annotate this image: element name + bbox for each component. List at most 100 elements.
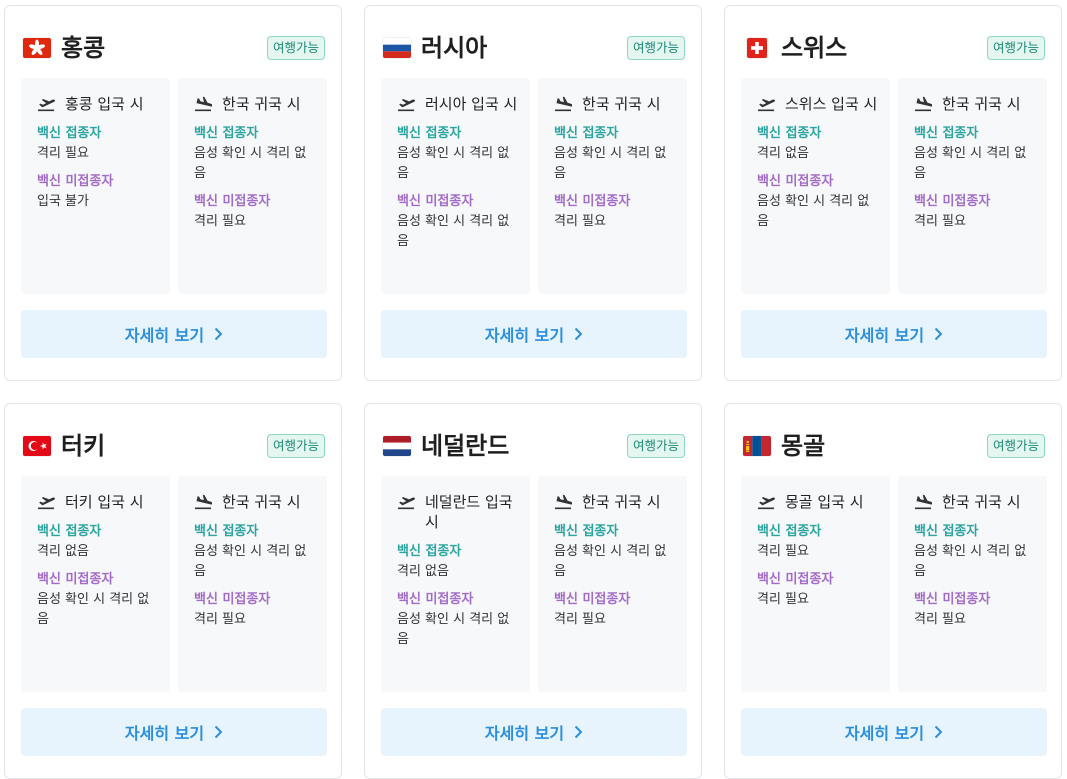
vaccinated-value: 음성 확인 시 격리 없음 xyxy=(194,544,307,579)
country-name: 네덜란드 xyxy=(421,432,510,460)
unvaccinated-value: 격리 필요 xyxy=(554,214,606,229)
entry-panel: 터키 입국 시 백신 접종자 격리 없음 백신 미접종자 음성 확인 시 격리 … xyxy=(21,476,170,692)
entry-title: 터키 입국 시 xyxy=(37,492,160,512)
unvaccinated-label: 백신 미접종자 xyxy=(757,572,834,587)
chevron-right-icon xyxy=(934,725,943,739)
unvaccinated-label: 백신 미접종자 xyxy=(37,572,114,587)
return-title: 한국 귀국 시 xyxy=(194,94,317,114)
travel-available-badge: 여행가능 xyxy=(626,36,685,60)
return-panel: 한국 귀국 시 백신 접종자 음성 확인 시 격리 없음 백신 미접종자 격리 … xyxy=(538,476,687,692)
vaccinated-label: 백신 접종자 xyxy=(37,524,102,539)
entry-panel: 네덜란드 입국 시 백신 접종자 격리 없음 백신 미접종자 음성 확인 시 격… xyxy=(381,476,530,692)
travel-available-badge: 여행가능 xyxy=(626,434,685,458)
return-panel: 한국 귀국 시 백신 접종자 음성 확인 시 격리 없음 백신 미접종자 격리 … xyxy=(538,78,687,294)
view-details-button[interactable]: 자세히 보기 xyxy=(21,708,327,756)
travel-available-badge: 여행가능 xyxy=(986,434,1045,458)
travel-available-badge: 여행가능 xyxy=(266,434,325,458)
card-header: 러시아 여행가능 xyxy=(381,32,685,64)
unvaccinated-label: 백신 미접종자 xyxy=(914,592,991,607)
russia-flag-icon xyxy=(383,38,411,58)
unvaccinated-value: 음성 확인 시 격리 없음 xyxy=(37,592,150,627)
unvaccinated-value: 격리 필요 xyxy=(914,612,966,627)
vaccinated-value: 음성 확인 시 격리 없음 xyxy=(554,544,667,579)
vaccinated-value: 격리 없음 xyxy=(757,146,809,161)
vaccinated-value: 격리 필요 xyxy=(37,146,89,161)
return-title: 한국 귀국 시 xyxy=(554,492,677,512)
return-panel: 한국 귀국 시 백신 접종자 음성 확인 시 격리 없음 백신 미접종자 격리 … xyxy=(898,78,1047,294)
unvaccinated-label: 백신 미접종자 xyxy=(194,194,271,209)
return-title: 한국 귀국 시 xyxy=(914,492,1037,512)
country-name: 터키 xyxy=(61,432,106,460)
unvaccinated-label: 백신 미접종자 xyxy=(554,592,631,607)
entry-title: 홍콩 입국 시 xyxy=(37,94,160,114)
unvaccinated-label: 백신 미접종자 xyxy=(914,194,991,209)
plane-departure-icon xyxy=(37,494,55,510)
unvaccinated-value: 격리 필요 xyxy=(914,214,966,229)
plane-arrival-icon xyxy=(194,494,212,510)
unvaccinated-label: 백신 미접종자 xyxy=(397,592,474,607)
unvaccinated-value: 격리 필요 xyxy=(554,612,606,627)
mongolia-flag-icon xyxy=(743,436,771,456)
entry-title: 러시아 입국 시 xyxy=(397,94,520,114)
vaccinated-value: 음성 확인 시 격리 없음 xyxy=(914,146,1027,181)
chevron-right-icon xyxy=(214,725,223,739)
chevron-right-icon xyxy=(934,327,943,341)
plane-arrival-icon xyxy=(914,494,932,510)
card-header: 몽골 여행가능 xyxy=(741,430,1045,462)
return-title: 한국 귀국 시 xyxy=(914,94,1037,114)
vaccinated-label: 백신 접종자 xyxy=(397,544,462,559)
vaccinated-label: 백신 접종자 xyxy=(194,126,259,141)
chevron-right-icon xyxy=(574,725,583,739)
unvaccinated-label: 백신 미접종자 xyxy=(757,174,834,189)
card-header: 홍콩 여행가능 xyxy=(21,32,325,64)
view-details-button[interactable]: 자세히 보기 xyxy=(741,708,1047,756)
card-header: 터키 여행가능 xyxy=(21,430,325,462)
card-header: 스위스 여행가능 xyxy=(741,32,1045,64)
plane-departure-icon xyxy=(397,494,415,510)
plane-departure-icon xyxy=(397,96,415,112)
entry-panel: 몽골 입국 시 백신 접종자 격리 필요 백신 미접종자 격리 필요 xyxy=(741,476,890,692)
country-card-grid: 홍콩 여행가능 홍콩 입국 시 백신 접종자 격리 필요 백신 미접종자 입국 … xyxy=(0,0,1067,779)
entry-title: 몽골 입국 시 xyxy=(757,492,880,512)
country-card-netherlands: 네덜란드 여행가능 네덜란드 입국 시 백신 접종자 격리 없음 백신 미접종자… xyxy=(364,403,702,779)
view-details-button[interactable]: 자세히 보기 xyxy=(21,310,327,358)
country-card-turkey: 터키 여행가능 터키 입국 시 백신 접종자 격리 없음 백신 미접종자 음성 … xyxy=(4,403,342,779)
entry-panel: 홍콩 입국 시 백신 접종자 격리 필요 백신 미접종자 입국 불가 xyxy=(21,78,170,294)
vaccinated-value: 음성 확인 시 격리 없음 xyxy=(914,544,1027,579)
travel-available-badge: 여행가능 xyxy=(266,36,325,60)
view-details-button[interactable]: 자세히 보기 xyxy=(381,708,687,756)
switzerland-flag-icon xyxy=(747,38,767,58)
country-card-mongolia: 몽골 여행가능 몽골 입국 시 백신 접종자 격리 필요 백신 미접종자 격리 … xyxy=(724,403,1062,779)
entry-panel: 러시아 입국 시 백신 접종자 음성 확인 시 격리 없음 백신 미접종자 음성… xyxy=(381,78,530,294)
vaccinated-label: 백신 접종자 xyxy=(554,126,619,141)
vaccinated-value: 격리 없음 xyxy=(37,544,89,559)
netherlands-flag-icon xyxy=(383,436,411,456)
country-card-russia: 러시아 여행가능 러시아 입국 시 백신 접종자 음성 확인 시 격리 없음 백… xyxy=(364,5,702,381)
unvaccinated-value: 격리 필요 xyxy=(194,612,246,627)
unvaccinated-label: 백신 미접종자 xyxy=(194,592,271,607)
return-panel: 한국 귀국 시 백신 접종자 음성 확인 시 격리 없음 백신 미접종자 격리 … xyxy=(898,476,1047,692)
vaccinated-value: 음성 확인 시 격리 없음 xyxy=(554,146,667,181)
vaccinated-value: 음성 확인 시 격리 없음 xyxy=(194,146,307,181)
card-header: 네덜란드 여행가능 xyxy=(381,430,685,462)
unvaccinated-value: 격리 필요 xyxy=(194,214,246,229)
entry-panel: 스위스 입국 시 백신 접종자 격리 없음 백신 미접종자 음성 확인 시 격리… xyxy=(741,78,890,294)
vaccinated-label: 백신 접종자 xyxy=(554,524,619,539)
view-details-button[interactable]: 자세히 보기 xyxy=(381,310,687,358)
entry-title: 스위스 입국 시 xyxy=(757,94,880,114)
unvaccinated-value: 음성 확인 시 격리 없음 xyxy=(397,214,510,249)
vaccinated-value: 격리 없음 xyxy=(397,564,449,579)
plane-departure-icon xyxy=(37,96,55,112)
chevron-right-icon xyxy=(214,327,223,341)
vaccinated-label: 백신 접종자 xyxy=(397,126,462,141)
country-name: 홍콩 xyxy=(61,34,106,62)
vaccinated-label: 백신 접종자 xyxy=(757,524,822,539)
unvaccinated-value: 음성 확인 시 격리 없음 xyxy=(757,194,870,229)
unvaccinated-label: 백신 미접종자 xyxy=(37,174,114,189)
unvaccinated-value: 격리 필요 xyxy=(757,592,809,607)
plane-arrival-icon xyxy=(914,96,932,112)
unvaccinated-label: 백신 미접종자 xyxy=(554,194,631,209)
return-panel: 한국 귀국 시 백신 접종자 음성 확인 시 격리 없음 백신 미접종자 격리 … xyxy=(178,78,327,294)
entry-title: 네덜란드 입국 시 xyxy=(397,492,520,532)
view-details-button[interactable]: 자세히 보기 xyxy=(741,310,1047,358)
